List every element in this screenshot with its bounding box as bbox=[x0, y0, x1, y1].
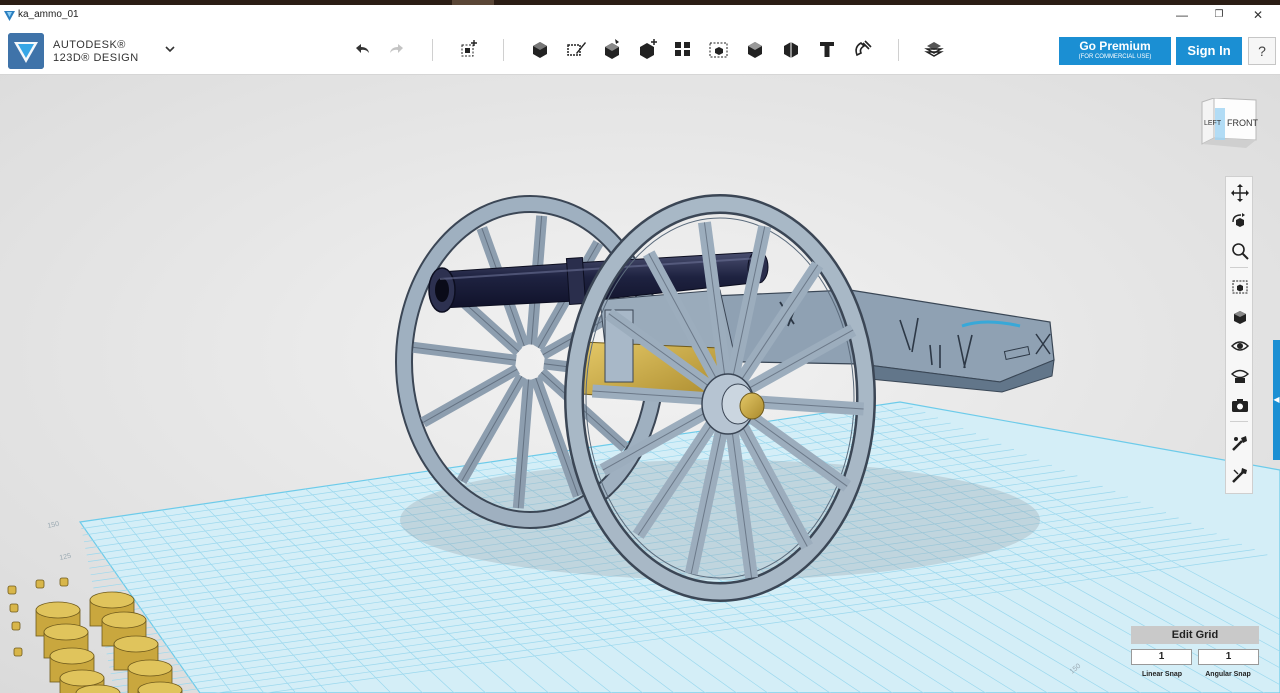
pattern-icon[interactable] bbox=[671, 37, 695, 61]
premium-label: Go Premium bbox=[1079, 39, 1151, 53]
linear-snap-input[interactable]: 1 bbox=[1131, 649, 1192, 665]
close-button[interactable]: ✕ bbox=[1244, 7, 1272, 23]
edit-grid-button[interactable]: Edit Grid bbox=[1131, 626, 1259, 644]
viewcube-left-label: LEFT bbox=[1204, 120, 1222, 127]
undo-icon[interactable] bbox=[350, 37, 374, 61]
help-button[interactable]: ? bbox=[1248, 37, 1276, 65]
grouping-icon[interactable] bbox=[707, 37, 731, 61]
brand-logo-icon bbox=[8, 33, 44, 69]
fit-icon[interactable] bbox=[1230, 277, 1250, 297]
navigation-bar bbox=[1225, 176, 1253, 494]
construct-icon[interactable] bbox=[600, 37, 624, 61]
outliner-icon[interactable] bbox=[1230, 433, 1250, 453]
toolbar-separator bbox=[503, 39, 504, 61]
material-icon[interactable] bbox=[922, 37, 946, 61]
app-menu-chevron-icon[interactable] bbox=[164, 43, 176, 57]
brand-line2: 123D® DESIGN bbox=[53, 52, 139, 64]
title-bar: ka_ammo_01 — ❐ ✕ bbox=[0, 5, 1280, 25]
angular-snap-label: Angular Snap bbox=[1205, 671, 1251, 678]
modify-icon[interactable] bbox=[636, 37, 660, 61]
minimize-button[interactable]: — bbox=[1168, 7, 1196, 23]
sketch-icon[interactable] bbox=[564, 37, 588, 61]
go-premium-button[interactable]: Go Premium (FOR COMMERCIAL USE) bbox=[1059, 37, 1171, 65]
settings-icon[interactable] bbox=[1230, 465, 1250, 485]
premium-sublabel: (FOR COMMERCIAL USE) bbox=[1078, 54, 1152, 60]
visibility-icon[interactable] bbox=[1230, 336, 1250, 356]
material-view-icon[interactable] bbox=[1230, 365, 1250, 385]
toolbar-separator bbox=[898, 39, 899, 61]
restore-button[interactable]: ❐ bbox=[1205, 7, 1233, 23]
view-icon[interactable] bbox=[1230, 307, 1250, 327]
pan-icon[interactable] bbox=[1230, 183, 1250, 203]
primitives-icon[interactable] bbox=[528, 37, 552, 61]
zoom-icon[interactable] bbox=[1230, 241, 1250, 261]
transform-icon[interactable] bbox=[457, 37, 481, 61]
toolbar-separator bbox=[432, 39, 433, 61]
orbit-icon[interactable] bbox=[1230, 212, 1250, 232]
chevron-left-icon: ◀ bbox=[1273, 395, 1280, 404]
brand-line1: AUTODESK® bbox=[53, 39, 126, 51]
linear-snap-label: Linear Snap bbox=[1141, 671, 1183, 678]
3d-viewport[interactable]: 150 125 150 bbox=[0, 75, 1280, 693]
text-icon[interactable] bbox=[815, 37, 839, 61]
camera-icon[interactable] bbox=[1230, 395, 1250, 415]
window-title: ka_ammo_01 bbox=[18, 9, 79, 20]
app-window: ka_ammo_01 — ❐ ✕ AUTODESK® 123D® DESIGN bbox=[0, 0, 1280, 693]
combine-icon[interactable] bbox=[743, 37, 767, 61]
measure-icon[interactable] bbox=[779, 37, 803, 61]
snap-icon[interactable] bbox=[851, 37, 875, 61]
redo-icon[interactable] bbox=[385, 37, 409, 61]
main-toolbar: AUTODESK® 123D® DESIGN Go Premium (FOR C… bbox=[0, 25, 1280, 75]
autodesk-logo[interactable] bbox=[8, 33, 44, 69]
viewcube-front-label: FRONT bbox=[1227, 118, 1258, 128]
angular-snap-input[interactable]: 1 bbox=[1198, 649, 1259, 665]
grid-snap-panel: Edit Grid 1 1 Linear Snap Angular Snap bbox=[1130, 626, 1260, 686]
scene-canvas[interactable]: 150 125 150 bbox=[0, 75, 1280, 693]
app-logo-icon bbox=[4, 11, 15, 21]
sign-in-button[interactable]: Sign In bbox=[1176, 37, 1242, 65]
view-cube[interactable]: LEFT FRONT bbox=[1198, 97, 1260, 161]
